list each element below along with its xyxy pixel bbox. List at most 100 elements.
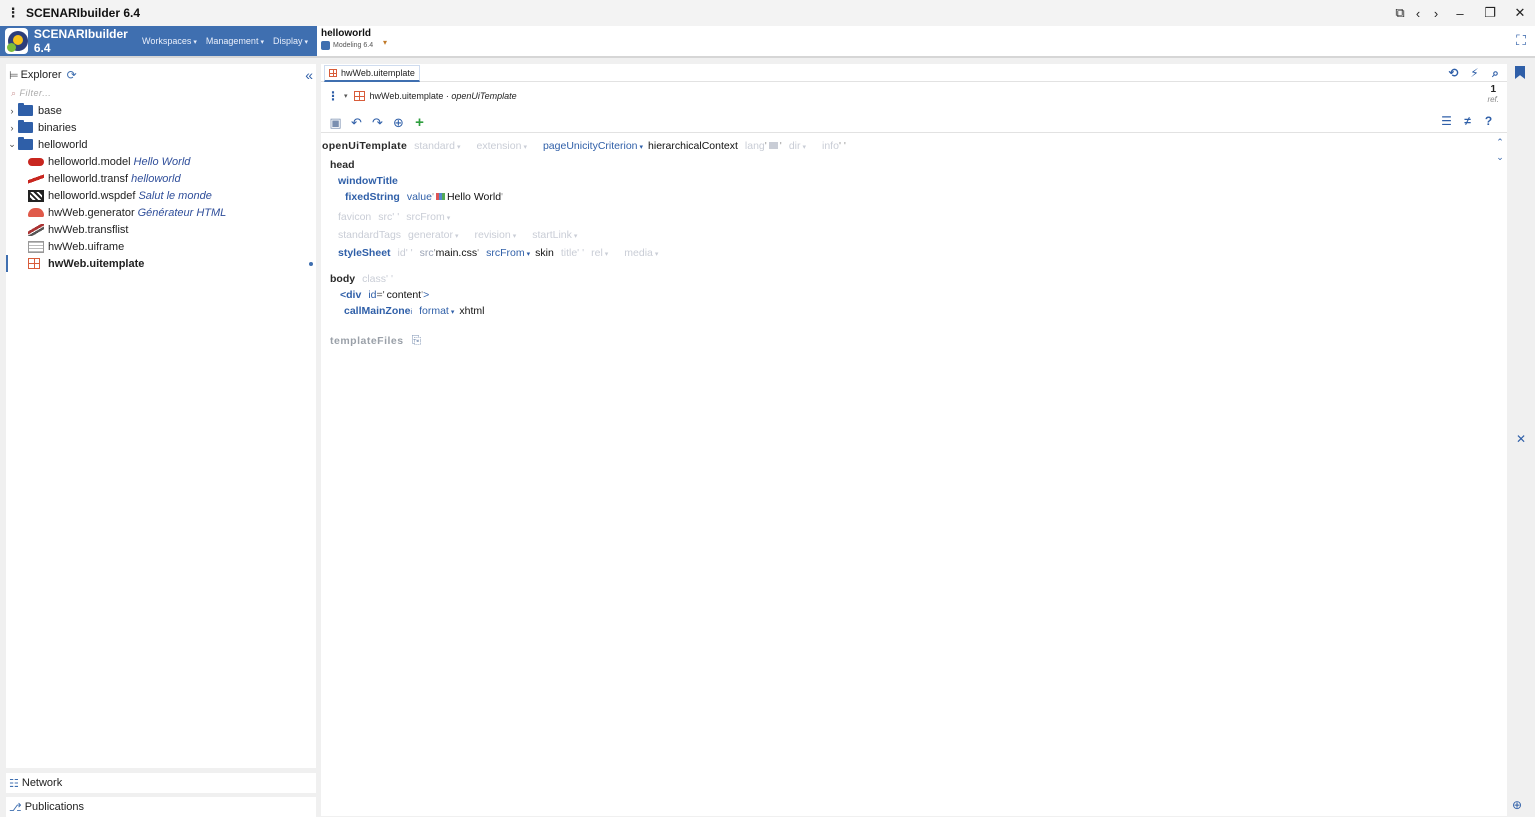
tab-hwweb-uitemplate[interactable]: hwWeb.uitemplate [324, 65, 420, 82]
tree-item-helloworld-wspdef[interactable]: helloworld.wspdef Salut le monde [6, 187, 316, 204]
forward-icon[interactable]: › [1427, 6, 1445, 21]
attr-value[interactable]: value' [407, 191, 447, 203]
attr-class[interactable]: class' ' [362, 273, 393, 285]
close-button[interactable]: ✕ [1505, 5, 1535, 21]
chevron-down-icon[interactable]: ▾ [383, 38, 387, 47]
tree-item-helloworld[interactable]: ⌄ helloworld [6, 136, 316, 153]
value-main-css[interactable]: main.css [436, 247, 477, 259]
attr-title[interactable]: title' ' [561, 247, 584, 259]
element-windowtitle[interactable]: windowTitle [338, 175, 398, 187]
attr-generator[interactable]: generator ▾ [408, 229, 458, 241]
attr-startlink[interactable]: startLink ▾ [532, 229, 577, 241]
undo-icon[interactable]: ↶ [346, 115, 367, 131]
tree-item-hwweb-generator[interactable]: hwWeb.generator Générateur HTML [6, 204, 316, 221]
chevron-right-icon[interactable]: › [6, 106, 18, 116]
tree-item-hwweb-transflist[interactable]: hwWeb.transflist [6, 221, 316, 238]
element-templatefiles[interactable]: templateFiles [330, 335, 404, 347]
ref-count[interactable]: 1 ref. [1487, 84, 1499, 104]
history-icon[interactable]: ⟲ [1443, 66, 1464, 81]
menu-management[interactable]: Management ▾ [206, 36, 264, 46]
element-favicon[interactable]: favicon [338, 211, 371, 223]
attr-src[interactable]: src [420, 247, 434, 259]
info-hint-icon[interactable]: i [411, 309, 413, 316]
scroll-up-icon[interactable]: ⌃ [1494, 137, 1506, 148]
element-div[interactable]: <div [340, 289, 361, 301]
minimize-button[interactable]: – [1445, 6, 1475, 21]
workspace-selector[interactable]: helloworld Modeling 6.4 ▾ [321, 28, 387, 50]
network-panel[interactable]: ☷ Network [6, 773, 316, 793]
add-icon[interactable]: + [409, 114, 430, 131]
line-callmainzone: callMainZone i format ▾ xhtml [344, 305, 484, 317]
redo-icon[interactable]: ↷ [367, 115, 388, 131]
attr-srcfrom[interactable]: srcFrom ▾ [406, 211, 450, 223]
fullscreen-icon[interactable]: ⛶ [1513, 32, 1529, 48]
model-icon [321, 41, 330, 50]
filter-input[interactable]: ⌕ Filter... [6, 86, 316, 100]
element-standardtags[interactable]: standardTags [338, 229, 401, 241]
tree-item-base[interactable]: › base [6, 102, 316, 119]
attr-dir[interactable]: dir ▾ [789, 140, 806, 152]
value-skin[interactable]: skin [535, 247, 554, 259]
save-icon[interactable]: ▣ [325, 115, 346, 131]
close-side-panel-icon[interactable]: ✕ [1512, 432, 1530, 448]
element-fixedstring[interactable]: fixedString [345, 191, 400, 203]
attr-info[interactable]: info' ' [822, 140, 846, 152]
folder-icon [18, 137, 33, 150]
scenari-logo-icon[interactable] [5, 28, 28, 54]
value-hierarchicalcontext[interactable]: hierarchicalContext [648, 140, 738, 152]
attr-lang[interactable]: lang' ' [745, 140, 782, 152]
element-stylesheet[interactable]: styleSheet [338, 247, 391, 259]
value-hello-world[interactable]: Hello World [447, 191, 501, 203]
tree-item-helloworld-model[interactable]: helloworld.model Hello World [6, 153, 316, 170]
attr-revision[interactable]: revision ▾ [475, 229, 517, 241]
list-options-icon[interactable]: ☰ [1436, 114, 1457, 128]
tree-item-binaries[interactable]: › binaries [6, 119, 316, 136]
add-file-icon[interactable]: ⎘ [412, 333, 422, 348]
chevron-right-icon[interactable]: › [6, 123, 18, 133]
attr-media[interactable]: media ▾ [624, 247, 658, 259]
target-icon[interactable]: ⊕ [388, 115, 409, 131]
scroll-down-icon[interactable]: ⌄ [1494, 152, 1506, 163]
attr-extension[interactable]: extension ▾ [477, 140, 527, 152]
refresh-icon[interactable]: ⟳ [67, 68, 77, 82]
menu-display[interactable]: Display ▾ [273, 36, 308, 46]
attr-pageunicitycriterion[interactable]: pageUnicityCriterion ▾ [543, 140, 643, 152]
back-icon[interactable]: ‹ [1409, 6, 1427, 21]
publications-panel[interactable]: ⎇ Publications [6, 797, 316, 817]
chevron-down-icon[interactable]: ⌄ [6, 139, 18, 150]
publications-icon: ⎇ [9, 801, 22, 814]
tree-item-hwweb-uiframe[interactable]: hwWeb.uiframe [6, 238, 316, 255]
attr-src[interactable]: src' ' [378, 211, 399, 223]
line-head: head [330, 159, 355, 171]
collapse-panel-icon[interactable]: « [305, 67, 313, 83]
search-icon[interactable]: ⌕ [1485, 66, 1506, 81]
value-content[interactable]: content [387, 289, 421, 301]
element-openuitemplate[interactable]: openUiTemplate [322, 140, 407, 152]
attr-div-id[interactable]: id=' [368, 289, 384, 301]
element-head[interactable]: head [330, 159, 355, 171]
chevron-down-icon[interactable]: ▾ [344, 92, 348, 100]
menu-workspaces[interactable]: Workspaces ▾ [142, 36, 197, 46]
attr-format[interactable]: format ▾ [419, 305, 454, 317]
element-body[interactable]: body [330, 273, 355, 285]
attr-id[interactable]: id' ' [398, 247, 413, 259]
tree-item-hwweb-uitemplate[interactable]: hwWeb.uitemplate [6, 255, 316, 272]
restore-button[interactable]: ❐ [1475, 5, 1505, 21]
pin-icon[interactable]: ⧉ [1391, 5, 1409, 21]
attr-srcfrom[interactable]: srcFrom ▾ [486, 247, 530, 259]
lightning-icon[interactable]: ⚡ [1464, 66, 1485, 81]
tree-item-helloworld-transf[interactable]: helloworld.transf helloworld [6, 170, 316, 187]
folder-icon [18, 103, 33, 116]
attr-rel[interactable]: rel ▾ [591, 247, 608, 259]
attr-standard[interactable]: standard ▾ [414, 140, 460, 152]
value-xhtml[interactable]: xhtml [459, 305, 484, 317]
filter-icon: ⌕ [11, 87, 17, 98]
more-actions-icon[interactable]: ⋮ [327, 89, 339, 103]
app-menu-icon[interactable]: ⋮ [0, 5, 26, 21]
selection-dot-icon [309, 262, 313, 266]
app-header: SCENARIbuilder 6.4 Workspaces ▾ Managemen… [0, 26, 1535, 58]
element-callmainzone[interactable]: callMainZone [344, 305, 411, 317]
help-icon[interactable]: ? [1478, 114, 1499, 128]
zoom-icon[interactable]: ⊕ [1512, 798, 1522, 812]
not-equal-icon[interactable]: ≠ [1457, 114, 1478, 128]
